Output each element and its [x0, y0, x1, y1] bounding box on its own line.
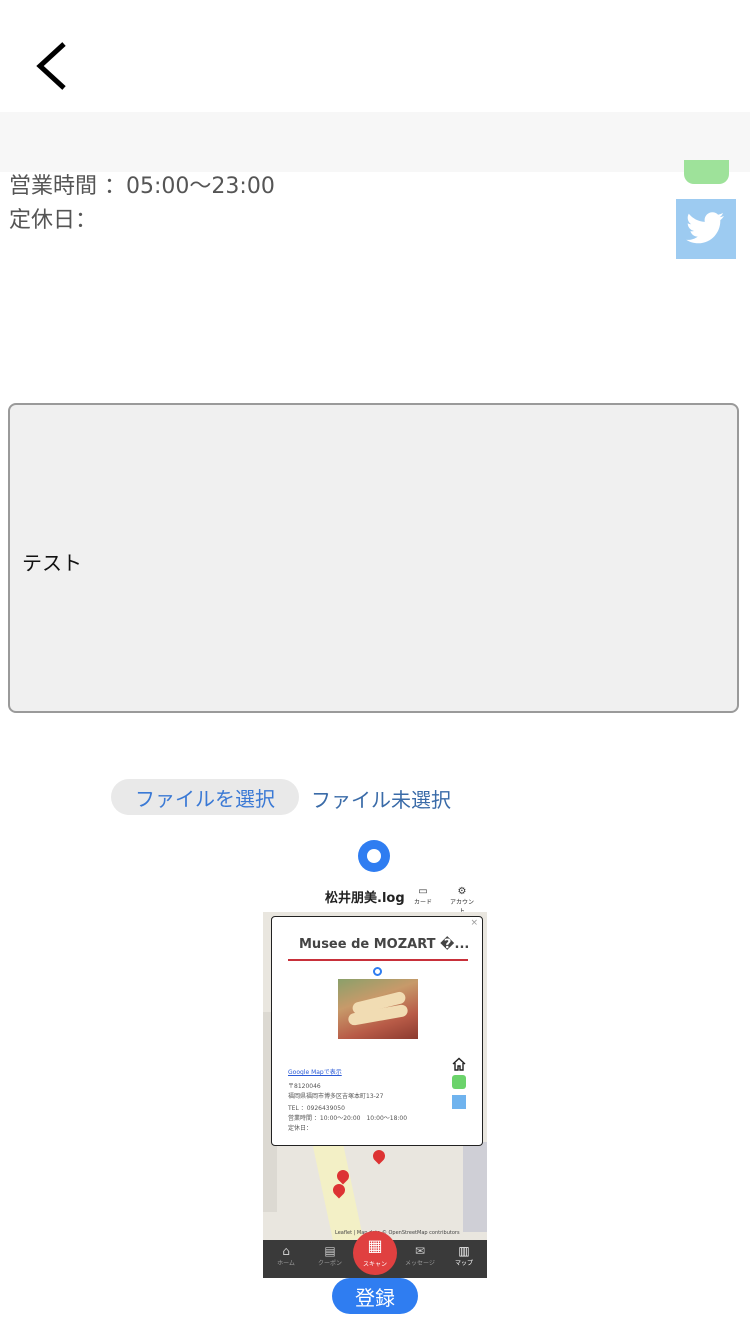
popup-shop-name: Musee de MOZART �... [299, 937, 470, 952]
line-icon[interactable] [684, 160, 729, 184]
header-band [0, 112, 750, 172]
store-closed-day: 定休日： [9, 208, 98, 233]
popup-closed: 定休日： [288, 1125, 313, 1132]
map-popup: × Musee de MOZART �... Google Mapで表示 〒81… [271, 916, 483, 1146]
google-map-link[interactable]: Google Mapで表示 [288, 1067, 342, 1076]
preview-card-icon: ▭ カード [413, 886, 432, 906]
submit-button[interactable]: 登録 [332, 1278, 418, 1314]
preview-map: + − × Musee de MOZART �... Google Mapで表示… [263, 912, 487, 1240]
tab-home[interactable]: ⌂ ホーム [269, 1244, 303, 1267]
home-icon[interactable] [452, 1057, 466, 1071]
tab-coupon[interactable]: ▤ クーポン [313, 1244, 347, 1267]
preview-app-title: 松井朋美.log [325, 891, 405, 906]
popup-radio [373, 967, 382, 976]
tab-map[interactable]: ▥ マップ [447, 1244, 481, 1267]
popup-divider [288, 959, 468, 961]
close-icon[interactable]: × [470, 918, 478, 928]
line-icon[interactable] [452, 1075, 466, 1089]
preview-screenshot: 松井朋美.log ▭カード ⚙アカウント + − × Musee de MOZA… [263, 880, 487, 1278]
preview-gear-icon: ⚙アカウント [450, 886, 475, 915]
hours-label: 営業時間 [9, 174, 98, 199]
popup-postal: 〒8120046 [288, 1083, 321, 1090]
file-status: ファイル未選択 [311, 788, 451, 812]
scan-button[interactable]: ▦ スキャン [353, 1231, 397, 1275]
qr-icon: ▦ [367, 1236, 383, 1255]
shop-photo [338, 979, 418, 1039]
map-building [463, 1142, 487, 1232]
twitter-icon [686, 212, 724, 244]
popup-hours: 営業時間 ：10:00〜20:00 10:00〜18:00 [288, 1115, 408, 1122]
store-hours: 営業時間 ：05:00〜23:00 [9, 168, 275, 200]
tab-message[interactable]: ✉ メッセージ [403, 1244, 437, 1267]
choose-file-button[interactable]: ファイルを選択 [111, 779, 299, 815]
twitter-icon[interactable] [452, 1095, 466, 1109]
hours-value: ：05:00〜23:00 [104, 174, 275, 199]
popup-address: 福岡県福岡市博多区吉塚本町13-27 [288, 1093, 384, 1100]
image-radio[interactable] [358, 840, 390, 872]
comment-value: テスト [22, 551, 82, 575]
popup-tel: TEL ：0926439050 [288, 1105, 345, 1112]
comment-textarea[interactable]: テスト [8, 403, 739, 713]
twitter-button[interactable] [676, 199, 736, 259]
map-pin[interactable] [370, 1147, 388, 1165]
back-button[interactable] [28, 36, 84, 96]
chevron-left-icon [36, 42, 66, 90]
